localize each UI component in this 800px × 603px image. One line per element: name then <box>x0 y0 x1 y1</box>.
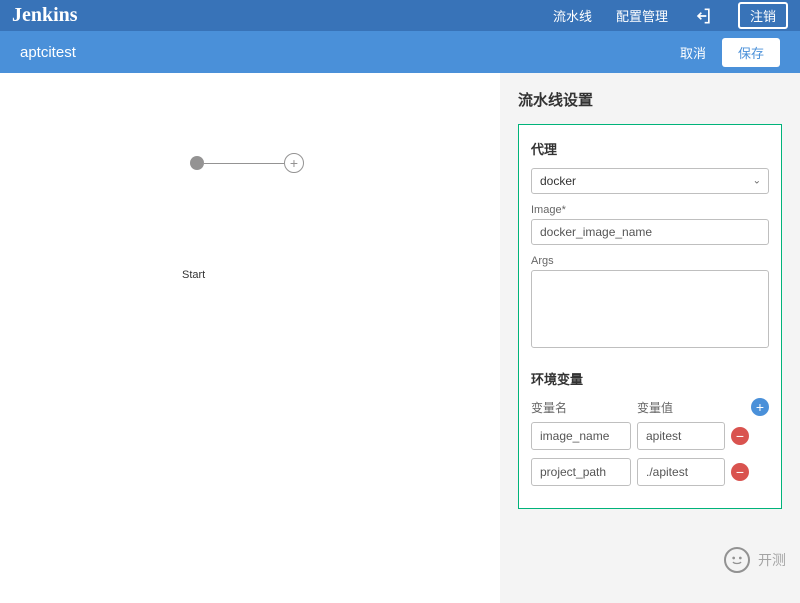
watermark-icon <box>724 547 750 573</box>
pipeline-edge <box>204 163 284 164</box>
agent-section-label: 代理 <box>531 139 769 158</box>
remove-env-button[interactable]: − <box>731 427 749 445</box>
start-node[interactable] <box>190 156 204 170</box>
sub-header: aptcitest 取消 保存 <box>0 31 800 73</box>
pipeline-name: aptcitest <box>20 44 680 61</box>
env-name-input[interactable] <box>531 422 631 450</box>
add-env-button[interactable]: + <box>751 398 769 416</box>
agent-select[interactable]: docker <box>531 168 769 194</box>
main-content: + Start 流水线设置 代理 docker ⌄ Image* Args 环境… <box>0 73 800 603</box>
minus-icon: − <box>736 464 744 480</box>
pipeline-graph: + <box>190 153 460 173</box>
plus-icon: + <box>756 399 764 415</box>
sidebar-title: 流水线设置 <box>518 89 782 110</box>
top-nav: 流水线 配置管理 注销 <box>553 2 788 29</box>
image-label: Image* <box>531 204 769 216</box>
top-header: Jenkins 流水线 配置管理 注销 <box>0 0 800 31</box>
save-button[interactable]: 保存 <box>722 38 780 67</box>
env-row: − <box>531 458 769 486</box>
remove-env-button[interactable]: − <box>731 463 749 481</box>
minus-icon: − <box>736 428 744 444</box>
env-header: 变量名 变量值 + <box>531 398 769 416</box>
watermark-text: 开测 <box>758 550 786 570</box>
nav-config[interactable]: 配置管理 <box>616 6 668 25</box>
args-textarea[interactable] <box>531 270 769 348</box>
exit-icon[interactable] <box>692 5 714 27</box>
env-row: − <box>531 422 769 450</box>
plus-icon: + <box>290 155 298 171</box>
nav-pipeline[interactable]: 流水线 <box>553 6 592 25</box>
jenkins-logo: Jenkins <box>12 4 553 27</box>
watermark: 开测 <box>724 547 786 573</box>
env-col-value: 变量值 <box>637 399 751 416</box>
env-value-input[interactable] <box>637 422 725 450</box>
env-section-label: 环境变量 <box>531 369 769 388</box>
settings-box: 代理 docker ⌄ Image* Args 环境变量 变量名 变量值 + <box>518 124 782 509</box>
image-input[interactable] <box>531 219 769 245</box>
env-name-input[interactable] <box>531 458 631 486</box>
agent-select-wrap: docker ⌄ <box>531 168 769 194</box>
env-value-input[interactable] <box>637 458 725 486</box>
pipeline-canvas: + Start <box>0 73 500 603</box>
env-col-name: 变量名 <box>531 399 637 416</box>
cancel-link[interactable]: 取消 <box>680 43 706 62</box>
args-label: Args <box>531 255 769 267</box>
settings-sidebar: 流水线设置 代理 docker ⌄ Image* Args 环境变量 变量名 变… <box>500 73 800 603</box>
start-label: Start <box>182 269 205 281</box>
add-stage-button[interactable]: + <box>284 153 304 173</box>
logout-button[interactable]: 注销 <box>738 2 788 29</box>
